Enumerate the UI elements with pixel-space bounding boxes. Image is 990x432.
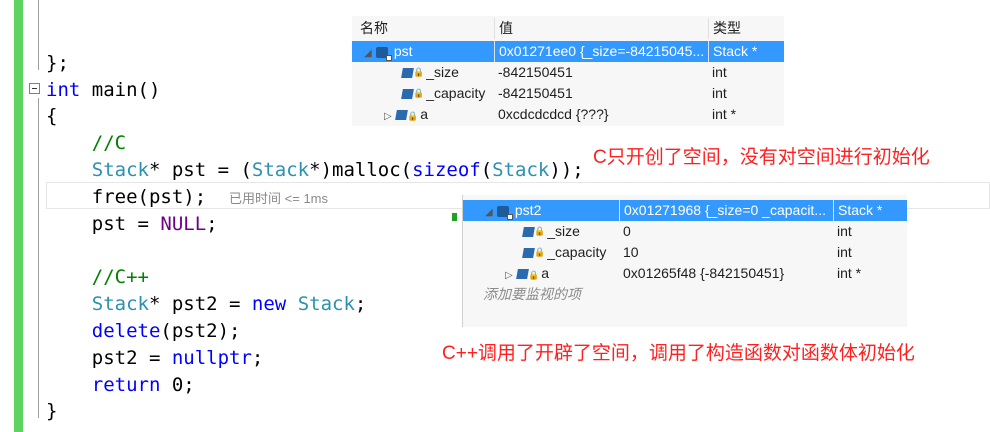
collapse-toggle[interactable] [29, 83, 40, 94]
expand-arrow-icon[interactable]: ▷ [384, 106, 396, 125]
annotation-c: C只开创了空间，没有对空间进行初始化 [593, 147, 930, 168]
annotation-cpp: C++调用了开辟了空间，调用了构造函数对函数体初始化 [442, 343, 915, 364]
change-tracking-bar [14, 0, 23, 432]
watch-header-row: 名称 值 类型 [352, 18, 784, 39]
watch-row[interactable]: 🔒 _size -842150451 int [352, 62, 784, 83]
watch-type: int [712, 85, 727, 101]
watch-name: _capacity [426, 85, 486, 101]
outline-guide [38, 98, 39, 418]
watch-value: 0x01271ee0 {_size=-84215045... [494, 41, 708, 62]
watch-name: _size [426, 64, 459, 80]
watch-name: _capacity [547, 244, 607, 260]
collapse-arrow-icon[interactable]: ◢ [364, 43, 376, 62]
object-icon [376, 46, 392, 61]
lock-icon: 🔒 [534, 247, 546, 257]
watch-row[interactable]: ◢ pst 0x01271ee0 {_size=-84215045... Sta… [352, 41, 784, 62]
field-icon [401, 89, 414, 100]
watch-type: Stack * [833, 200, 907, 221]
column-value-header[interactable]: 值 [494, 18, 708, 39]
column-type-header[interactable]: 类型 [708, 18, 784, 39]
code-line[interactable]: //C [46, 130, 126, 157]
code-line[interactable]: return 0; [46, 372, 195, 399]
watch-type: int * [712, 106, 737, 122]
code-line[interactable]: //C++ [46, 264, 149, 291]
watch-row[interactable]: 🔒 _capacity 10 int [463, 242, 907, 263]
code-line[interactable]: { [46, 103, 57, 130]
code-line[interactable]: Stack* pst = (Stack*)malloc(sizeof(Stack… [46, 157, 584, 184]
watch-value: 0xcdcdcdcd {???} [498, 106, 609, 122]
column-name-header[interactable]: 名称 [356, 18, 494, 39]
code-line[interactable]: pst2 = nullptr; [46, 345, 264, 372]
add-watch-placeholder[interactable]: 添加要监视的项 [479, 284, 679, 305]
watch-window-pst2: ◢ pst2 0x01271968 {_size=0 _capacit... S… [462, 195, 907, 327]
watch-value: 0 [623, 223, 631, 239]
code-line[interactable]: } [46, 398, 57, 425]
watch-name: a [420, 106, 429, 122]
field-icon [522, 248, 535, 259]
watch-type: int [837, 244, 852, 260]
watch-value: 10 [623, 244, 639, 260]
outline-guide [38, 0, 39, 70]
watch-name: pst2 [514, 202, 542, 218]
watch-row[interactable]: 🔒 _size 0 int [463, 221, 907, 242]
perf-tip: 已用时间 <= 1ms [229, 191, 329, 206]
code-line[interactable]: }; [46, 50, 69, 77]
watch-value: -842150451 [498, 85, 573, 101]
lock-icon: 🔒 [413, 67, 425, 77]
watch-value: 0x01265f48 {-842150451} [623, 265, 785, 281]
code-line[interactable]: pst = NULL; [46, 211, 218, 238]
watch-row[interactable]: ▷ 🔒 a 0xcdcdcdcd {???} int * [352, 104, 784, 125]
field-icon [516, 269, 529, 280]
watch-window-pst: 名称 值 类型 ◢ pst 0x01271ee0 {_size=-8421504… [352, 16, 784, 126]
watch-row[interactable]: ▷ 🔒 a 0x01265f48 {-842150451} int * [463, 263, 907, 284]
code-line[interactable]: int main() [46, 77, 160, 104]
watch-type: int [712, 64, 727, 80]
watch-name: a [541, 265, 550, 281]
object-icon [497, 205, 513, 220]
lock-icon: 🔒 [528, 270, 540, 280]
lock-icon: 🔒 [413, 88, 425, 98]
watch-name: _size [547, 223, 580, 239]
field-icon [401, 68, 414, 79]
add-watch-row[interactable]: 添加要监视的项 [463, 284, 907, 305]
code-line[interactable]: Stack* pst2 = new Stack; [46, 291, 367, 318]
watch-value: 0x01271968 {_size=0 _capacit... [619, 200, 833, 221]
code-line[interactable]: delete(pst2); [46, 318, 241, 345]
breakpoint-marker [452, 213, 457, 221]
expand-arrow-icon[interactable]: ▷ [505, 265, 517, 284]
watch-value: -842150451 [498, 64, 573, 80]
watch-name: pst [393, 43, 413, 59]
watch-row[interactable]: ◢ pst2 0x01271968 {_size=0 _capacit... S… [463, 200, 907, 221]
field-icon [522, 227, 535, 238]
watch-type: int * [837, 265, 862, 281]
lock-icon: 🔒 [534, 226, 546, 236]
watch-row[interactable]: 🔒 _capacity -842150451 int [352, 83, 784, 104]
lock-icon: 🔒 [407, 111, 419, 121]
watch-type: Stack * [708, 41, 784, 62]
collapse-arrow-icon[interactable]: ◢ [485, 202, 497, 221]
watch-type: int [837, 223, 852, 239]
code-line[interactable]: free(pst); 已用时间 <= 1ms [46, 184, 328, 211]
field-icon [395, 110, 408, 121]
